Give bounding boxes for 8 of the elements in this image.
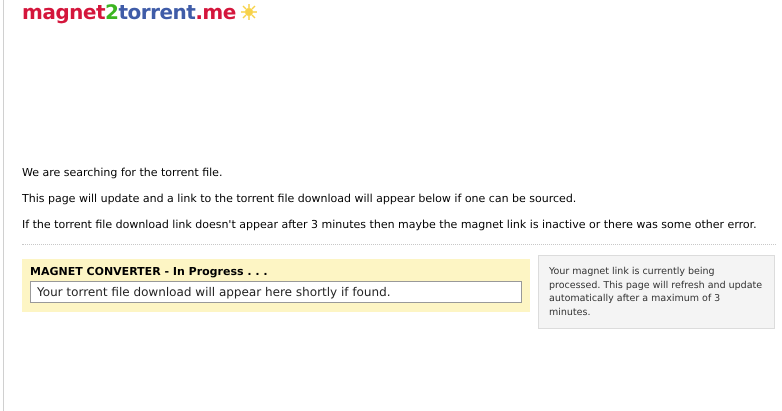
converter-title: MAGNET CONVERTER - In Progress . . . bbox=[30, 265, 269, 279]
status-message: We are searching for the torrent file. bbox=[22, 166, 224, 180]
sun-icon bbox=[240, 3, 258, 21]
status-message: This page will update and a link to the torrent file download will appear below if one can be sourced. bbox=[22, 192, 578, 206]
site-logo[interactable]: magnet2torrent.me bbox=[22, 0, 236, 24]
info-note: Your magnet link is currently being processed. This page will refresh and update automatically after a maximum of 3 minutes. bbox=[538, 255, 775, 329]
status-message: If the torrent file download link doesn't appear after 3 minutes then maybe the magnet link is inactive or there was some other error. bbox=[22, 218, 758, 232]
download-field[interactable]: Your torrent file download will appear here shortly if found. bbox=[30, 281, 522, 303]
